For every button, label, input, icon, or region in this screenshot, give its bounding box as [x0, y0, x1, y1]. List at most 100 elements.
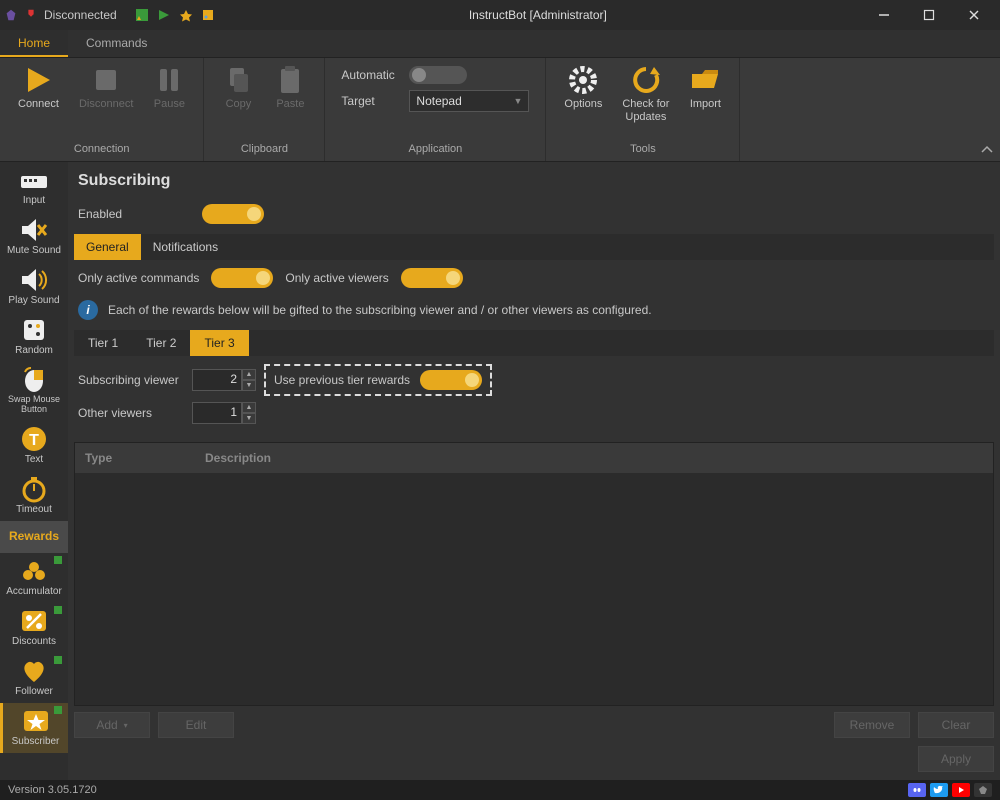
disconnect-button[interactable]: Disconnect	[69, 62, 143, 113]
youtube-icon[interactable]	[952, 783, 970, 797]
active-indicator	[54, 556, 62, 564]
only-active-commands-toggle[interactable]	[211, 268, 273, 288]
sidebar-item-discounts[interactable]: Discounts	[0, 603, 68, 653]
twitter-icon[interactable]	[930, 783, 948, 797]
pause-icon	[153, 64, 185, 96]
paste-button[interactable]: Paste	[264, 62, 316, 113]
svg-text:T: T	[29, 432, 39, 449]
target-select[interactable]: Notepad ▼	[409, 90, 529, 112]
menu-tab-home[interactable]: Home	[0, 30, 68, 57]
spinner-up-icon[interactable]: ▲	[242, 369, 256, 380]
shortcut-icon-1[interactable]	[135, 8, 149, 22]
subscribing-viewer-input[interactable]: 2	[192, 369, 242, 391]
sidebar: Input Mute Sound Play Sound Random Swap …	[0, 162, 68, 780]
sidebar-item-text[interactable]: T Text	[0, 421, 68, 471]
enabled-toggle[interactable]	[202, 204, 264, 224]
sidebar-item-follower[interactable]: Follower	[0, 653, 68, 703]
sidebar-heading-rewards[interactable]: Rewards	[0, 521, 68, 553]
clear-button[interactable]: Clear	[918, 712, 994, 738]
copy-icon	[222, 64, 254, 96]
stop-icon	[90, 64, 122, 96]
other-viewers-label: Other viewers	[78, 406, 184, 420]
minimize-button[interactable]	[861, 0, 906, 30]
discord-icon[interactable]	[908, 783, 926, 797]
spinner-down-icon[interactable]: ▼	[242, 380, 256, 391]
refresh-icon	[630, 64, 662, 96]
ribbon-group-connection: Connection	[8, 141, 195, 159]
percent-icon	[18, 607, 50, 635]
tier-tab-3[interactable]: Tier 3	[190, 330, 248, 356]
options-button[interactable]: Options	[554, 62, 612, 113]
version-text: Version 3.05.1720	[8, 784, 97, 796]
subscribing-viewer-label: Subscribing viewer	[78, 373, 184, 387]
page-title: Subscribing	[74, 168, 994, 198]
subtab-general[interactable]: General	[74, 234, 141, 260]
tier-tab-2[interactable]: Tier 2	[132, 330, 190, 356]
sidebar-item-mute-sound[interactable]: Mute Sound	[0, 212, 68, 262]
maximize-button[interactable]	[906, 0, 951, 30]
shortcut-icon-4[interactable]	[201, 8, 215, 22]
edit-button[interactable]: Edit	[158, 712, 234, 738]
ribbon-collapse-button[interactable]	[980, 143, 994, 157]
active-indicator	[54, 606, 62, 614]
target-label: Target	[341, 94, 401, 108]
check-updates-button[interactable]: Check for Updates	[612, 62, 679, 126]
chevron-down-icon: ▼	[513, 96, 522, 106]
copy-button[interactable]: Copy	[212, 62, 264, 113]
shortcut-icon-2[interactable]	[157, 8, 171, 22]
heart-icon	[18, 657, 50, 685]
title-bar: Disconnected InstructBot [Administrator]	[0, 0, 1000, 30]
use-previous-toggle[interactable]	[420, 370, 482, 390]
keyboard-icon	[18, 166, 50, 194]
spinner-up-icon[interactable]: ▲	[242, 402, 256, 413]
paste-icon	[274, 64, 306, 96]
shortcut-icon-3[interactable]	[179, 8, 193, 22]
rewards-table: Type Description	[74, 442, 994, 706]
add-button[interactable]: Add	[74, 712, 150, 738]
sidebar-item-play-sound[interactable]: Play Sound	[0, 262, 68, 312]
other-viewers-input[interactable]: 1	[192, 402, 242, 424]
ribbon: Connect Disconnect Pause Connection Copy…	[0, 58, 1000, 162]
apply-button[interactable]: Apply	[918, 746, 994, 772]
highlighted-option: Use previous tier rewards	[264, 364, 492, 396]
sidebar-item-random[interactable]: Random	[0, 312, 68, 362]
text-icon: T	[18, 425, 50, 453]
use-previous-label: Use previous tier rewards	[274, 373, 410, 387]
column-header-description[interactable]: Description	[205, 451, 983, 465]
menu-bar: Home Commands	[0, 30, 1000, 58]
close-button[interactable]	[951, 0, 996, 30]
app-icon	[4, 8, 18, 22]
dice-icon	[18, 316, 50, 344]
tier-tab-1[interactable]: Tier 1	[74, 330, 132, 356]
group-icon	[18, 557, 50, 585]
sidebar-item-subscriber[interactable]: Subscriber	[0, 703, 68, 753]
import-button[interactable]: Import	[679, 62, 731, 113]
table-body[interactable]	[75, 473, 993, 705]
automatic-toggle[interactable]	[409, 66, 467, 84]
window-title: InstructBot [Administrator]	[215, 8, 861, 22]
content-panel: Subscribing Enabled General Notification…	[68, 162, 1000, 780]
only-active-viewers-toggle[interactable]	[401, 268, 463, 288]
remove-button[interactable]: Remove	[834, 712, 910, 738]
ribbon-group-application: Application	[333, 141, 537, 159]
status-bar: Version 3.05.1720	[0, 780, 1000, 800]
active-indicator	[54, 656, 62, 664]
spinner-down-icon[interactable]: ▼	[242, 413, 256, 424]
speaker-icon	[18, 266, 50, 294]
misc-icon[interactable]	[974, 783, 992, 797]
ribbon-group-clipboard: Clipboard	[212, 141, 316, 159]
column-header-type[interactable]: Type	[85, 451, 205, 465]
sidebar-item-input[interactable]: Input	[0, 162, 68, 212]
info-icon: i	[78, 300, 98, 320]
subtab-notifications[interactable]: Notifications	[141, 234, 230, 260]
connect-button[interactable]: Connect	[8, 62, 69, 113]
plug-disconnected-icon	[24, 8, 38, 22]
pause-button[interactable]: Pause	[143, 62, 195, 113]
automatic-label: Automatic	[341, 68, 401, 82]
active-indicator	[54, 706, 62, 714]
sidebar-item-accumulator[interactable]: Accumulator	[0, 553, 68, 603]
menu-tab-commands[interactable]: Commands	[68, 30, 165, 57]
only-active-commands-label: Only active commands	[78, 271, 199, 285]
sidebar-item-swap-mouse[interactable]: Swap Mouse Button	[0, 362, 68, 421]
sidebar-item-timeout[interactable]: Timeout	[0, 471, 68, 521]
